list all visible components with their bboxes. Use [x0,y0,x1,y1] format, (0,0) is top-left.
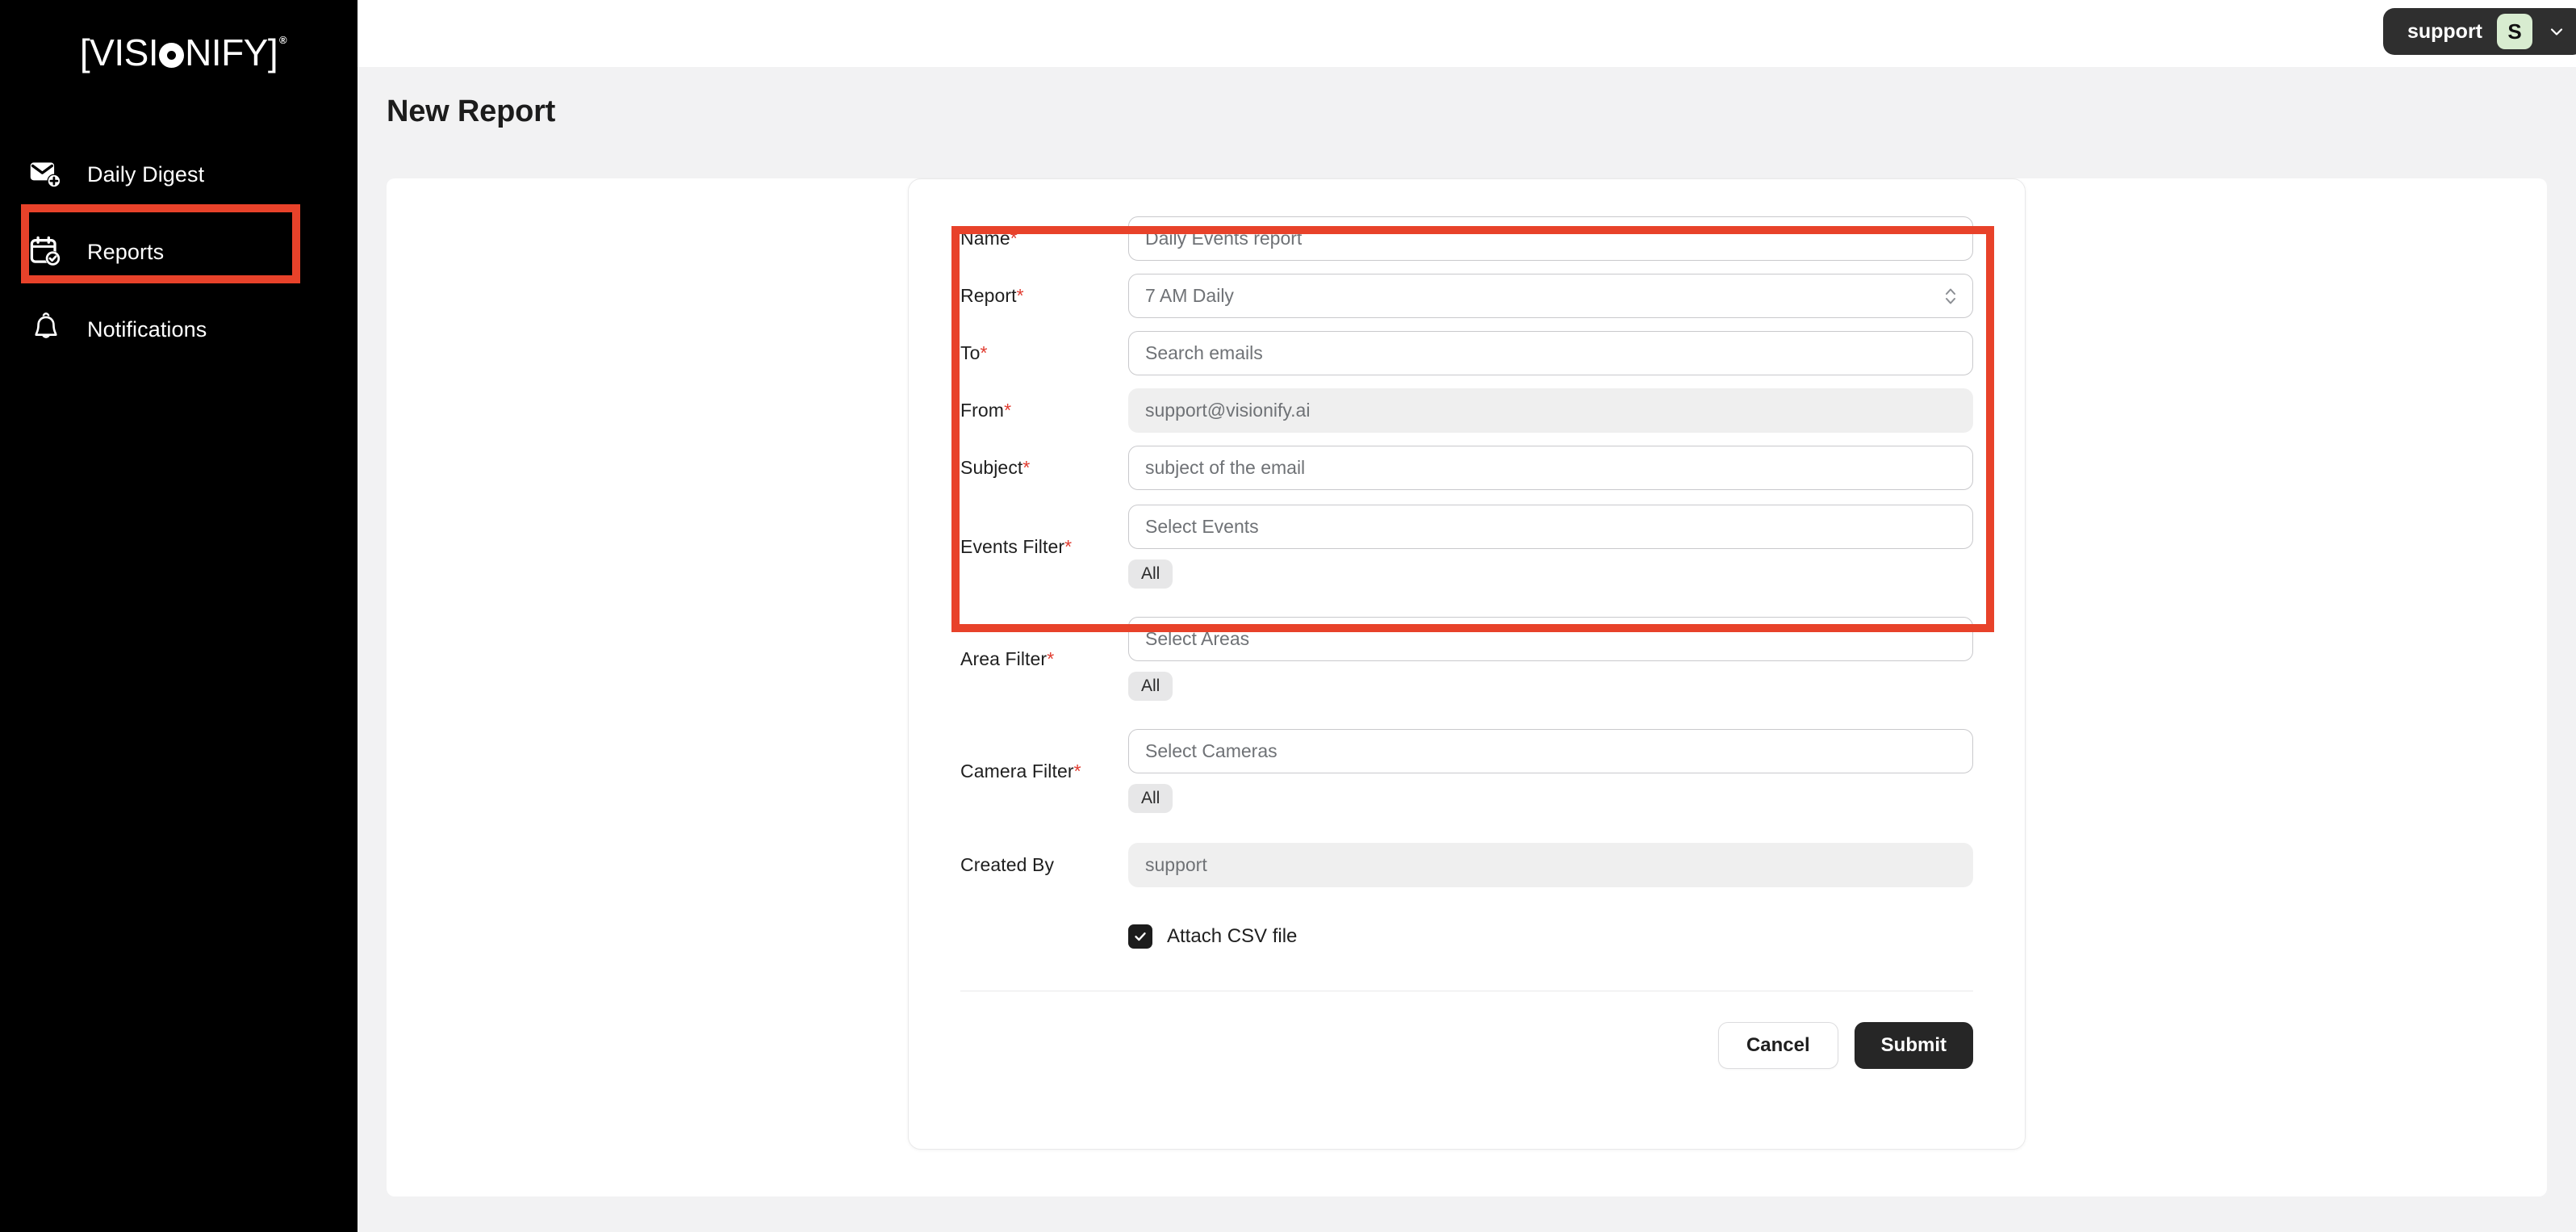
report-select[interactable]: 7 AM Daily [1128,274,1973,318]
label-subject: Subject* [960,457,1031,478]
from-input: support@visionify.ai [1128,388,1973,433]
chevron-updown-icon[interactable] [1942,284,1959,308]
required-asterisk: * [1010,228,1018,249]
required-asterisk: * [1022,457,1031,478]
attach-csv-checkbox[interactable] [1128,924,1152,949]
attach-csv-row: Attach CSV file [960,924,1973,949]
name-input[interactable]: Daily Events report [1128,216,1973,261]
check-icon [1135,932,1146,941]
created-by-input: support [1128,843,1973,887]
cancel-button[interactable]: Cancel [1717,1022,1838,1069]
sidebar-reports-highlight-annotation [21,204,300,283]
field-row-subject: Subject* subject of the email [960,446,1973,490]
sidebar-item-label: Notifications [87,316,207,342]
main-region: support S New Report Name* Daily Events … [358,0,2576,1232]
field-row-from: From* support@visionify.ai [960,388,1973,433]
camera-filter-select[interactable]: Select Cameras [1128,729,1973,773]
page-title: New Report [387,94,556,128]
label-name: Name* [960,228,1018,249]
required-asterisk: * [980,342,988,363]
field-row-area-filter: Area Filter* Select Areas All [960,617,1973,701]
sidebar-item-notifications[interactable]: Notifications [0,291,358,368]
user-name-label: support [2407,19,2482,43]
logo-trademark: ® [279,34,287,46]
chevron-down-icon[interactable] [2547,22,2566,41]
mail-plus-icon [27,156,65,193]
field-row-to: To* Search emails [960,331,1973,375]
area-filter-select[interactable]: Select Areas [1128,617,1973,661]
field-row-events-filter: Events Filter* Select Events All [960,505,1973,589]
events-filter-chip-all[interactable]: All [1128,559,1173,589]
sidebar: [VISI NIFY] ® Daily Digest Reports Notif… [0,0,358,1232]
field-row-report: Report* 7 AM Daily [960,274,1973,318]
label-from: From* [960,400,1012,421]
content-area: Name* Daily Events report Report* 7 AM D… [358,156,2576,1232]
label-events-filter: Events Filter* [960,535,1073,557]
topbar: support S [358,0,2576,67]
new-report-form: Name* Daily Events report Report* 7 AM D… [908,178,2026,1150]
user-menu-button[interactable]: support S [2382,8,2576,55]
required-asterisk: * [1064,535,1073,557]
content-panel: Name* Daily Events report Report* 7 AM D… [387,178,2547,1196]
app-root: [VISI NIFY] ® Daily Digest Reports Notif… [0,0,2576,1232]
page-header: New Report [358,67,2576,156]
brand-logo: [VISI NIFY] ® [0,0,358,105]
required-asterisk: * [1073,760,1081,782]
sidebar-item-label: Daily Digest [87,161,205,186]
avatar: S [2497,14,2532,49]
label-camera-filter: Camera Filter* [960,760,1081,782]
bell-icon [27,311,65,348]
form-actions: Cancel Submit [960,1022,1973,1069]
submit-button[interactable]: Submit [1854,1022,1973,1069]
label-to: To* [960,342,988,363]
logo-lens-icon [159,42,185,68]
required-asterisk: * [1004,400,1012,421]
label-created-by: Created By [960,854,1055,875]
subject-input[interactable]: subject of the email [1128,446,1973,490]
field-row-name: Name* Daily Events report [960,216,1973,261]
events-filter-select[interactable]: Select Events [1128,505,1973,549]
logo-text-prefix: [VISI [79,31,159,73]
field-row-created-by: Created By support [960,843,1973,887]
sidebar-item-daily-digest[interactable]: Daily Digest [0,136,358,213]
logo-text-suffix: NIFY] [185,31,278,73]
label-area-filter: Area Filter* [960,647,1055,669]
report-select-value: 7 AM Daily [1145,285,1234,306]
field-row-camera-filter: Camera Filter* Select Cameras All [960,729,1973,813]
area-filter-chip-all[interactable]: All [1128,672,1173,701]
required-asterisk: * [1016,285,1024,306]
camera-filter-chip-all[interactable]: All [1128,784,1173,813]
required-asterisk: * [1047,647,1055,669]
label-report: Report* [960,285,1024,306]
to-input[interactable]: Search emails [1128,331,1973,375]
attach-csv-label: Attach CSV file [1167,925,1298,947]
